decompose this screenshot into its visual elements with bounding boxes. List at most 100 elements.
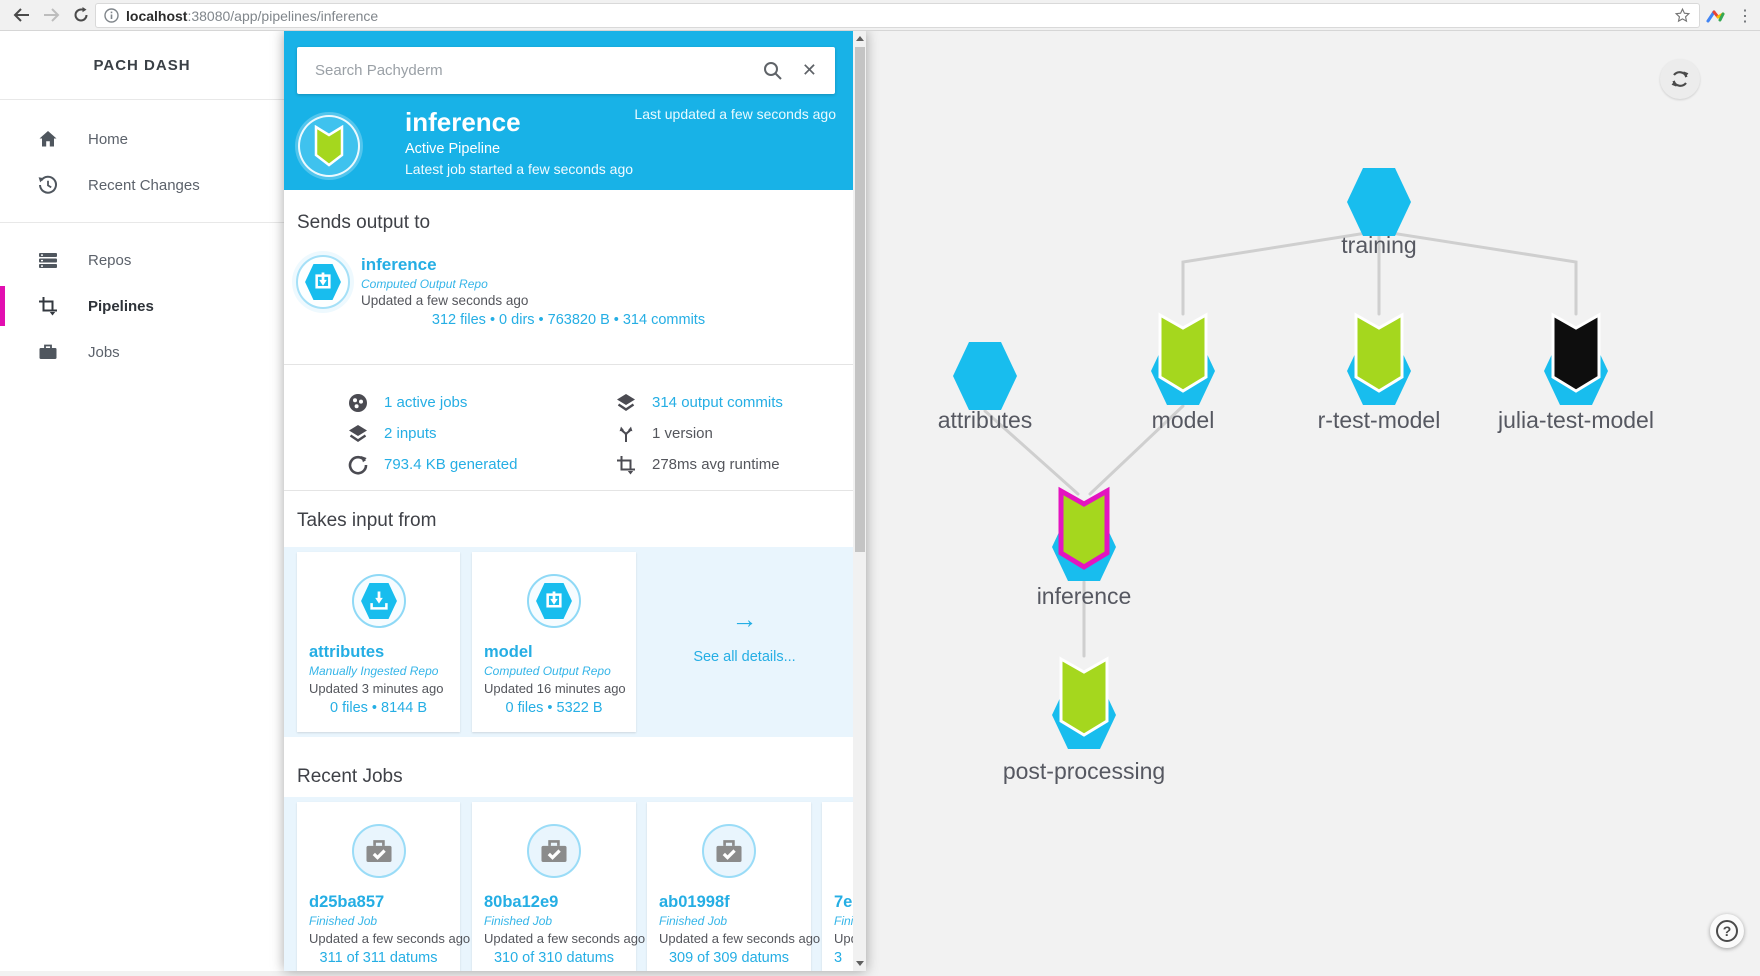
job-id[interactable]: d25ba857: [309, 893, 384, 912]
stat-label: 278ms avg runtime: [652, 456, 780, 473]
stat-active-jobs[interactable]: 1 active jobs: [348, 387, 616, 418]
job-datums[interactable]: 309 of 309 datums: [647, 950, 811, 966]
job-card[interactable]: ab01998f Finished Job Updated a few seco…: [647, 802, 811, 971]
bookmark-star-icon[interactable]: [1674, 7, 1691, 24]
app-title: PACH DASH: [0, 31, 284, 100]
job-datums[interactable]: 310 of 310 datums: [472, 950, 636, 966]
cycle-icon: [348, 455, 368, 475]
browser-forward-button[interactable]: [36, 2, 66, 28]
input-card-attributes[interactable]: attributes Manually Ingested Repo Update…: [297, 552, 460, 732]
stat-generated[interactable]: 793.4 KB generated: [348, 449, 616, 480]
sidebar-item-repos[interactable]: Repos: [0, 237, 284, 283]
sidebar-item-jobs[interactable]: Jobs: [0, 329, 284, 375]
dag-node-attributes[interactable]: attributes: [938, 342, 1033, 433]
layers-icon: [348, 424, 368, 444]
divider: [284, 364, 853, 365]
job-id[interactable]: ab01998f: [659, 893, 730, 912]
job-datums[interactable]: 3: [834, 950, 853, 966]
input-repo-updated: Updated 3 minutes ago: [309, 681, 443, 696]
browser-refresh-button[interactable]: [66, 2, 96, 28]
branch-icon: [616, 424, 636, 444]
stat-output-commits[interactable]: 314 output commits: [616, 387, 853, 418]
dag-node-julia-test-model[interactable]: julia-test-model: [1497, 315, 1654, 433]
job-id[interactable]: 7e: [834, 893, 852, 912]
job-card[interactable]: d25ba857 Finished Job Updated a few seco…: [297, 802, 460, 971]
stat-avg-runtime: 278ms avg runtime: [616, 449, 853, 480]
job-id[interactable]: 80ba12e9: [484, 893, 558, 912]
dag-node-training[interactable]: training: [1341, 168, 1416, 258]
pipeline-stats: 1 active jobs 314 output commits 2 input…: [348, 387, 853, 480]
browser-menu-icon[interactable]: ⋮: [1736, 6, 1754, 26]
dag-node-inference[interactable]: inference: [1037, 491, 1132, 609]
repo-avatar: [527, 574, 581, 628]
job-updated: Upd: [834, 931, 853, 946]
search-box[interactable]: ✕: [297, 47, 835, 94]
forward-arrow-icon: [43, 8, 60, 22]
sidebar-item-label: Recent Changes: [88, 177, 200, 194]
stat-label[interactable]: 793.4 KB generated: [384, 456, 517, 473]
pipeline-avatar: [298, 115, 360, 177]
url-path: :38080/app/pipelines/inference: [187, 8, 378, 24]
close-icon[interactable]: ✕: [802, 60, 817, 81]
dag-node-r-test-model[interactable]: r-test-model: [1318, 315, 1441, 433]
sidebar-item-pipelines[interactable]: Pipelines: [0, 283, 284, 329]
sidebar-item-home[interactable]: Home: [0, 116, 284, 162]
takes-input-heading: Takes input from: [297, 510, 436, 532]
finished-job-icon: [539, 837, 569, 865]
scrollbar-thumb[interactable]: [855, 47, 865, 552]
stat-label[interactable]: 2 inputs: [384, 425, 437, 442]
job-card-clipped[interactable]: 7e Fini Upd 3: [822, 802, 853, 971]
last-updated-label: Last updated a few seconds ago: [634, 106, 836, 122]
sidebar-item-recent-changes[interactable]: Recent Changes: [0, 162, 284, 208]
jobs-band: d25ba857 Finished Job Updated a few seco…: [284, 797, 853, 971]
output-repo-stats[interactable]: 312 files • 0 dirs • 763820 B • 314 comm…: [284, 312, 853, 328]
input-card-model[interactable]: model Computed Output Repo Updated 16 mi…: [472, 552, 636, 732]
output-repo-type: Computed Output Repo: [361, 277, 488, 291]
browser-toolbar: localhost:38080/app/pipelines/inference …: [0, 0, 1760, 31]
dag-node-label: training: [1341, 232, 1416, 258]
job-card[interactable]: 80ba12e9 Finished Job Updated a few seco…: [472, 802, 636, 971]
scrollbar-down-arrow[interactable]: [856, 961, 864, 966]
output-repo-avatar[interactable]: [296, 255, 350, 309]
search-icon[interactable]: [763, 61, 782, 80]
jobs-briefcase-icon: [37, 341, 59, 363]
see-all-details-link[interactable]: → See all details...: [649, 552, 840, 732]
dag-node-label: r-test-model: [1318, 407, 1441, 433]
url-bar[interactable]: localhost:38080/app/pipelines/inference: [95, 3, 1700, 28]
input-repo-stats[interactable]: 0 files • 8144 B: [297, 700, 460, 716]
dag-node-post-processing[interactable]: post-processing: [1003, 659, 1165, 784]
extension-icon[interactable]: [1706, 8, 1726, 24]
input-repo-stats[interactable]: 0 files • 5322 B: [472, 700, 636, 716]
sidebar-item-label: Pipelines: [88, 298, 154, 315]
pipeline-subtitle: Active Pipeline: [405, 141, 500, 157]
stat-label[interactable]: 314 output commits: [652, 394, 783, 411]
input-repo-name[interactable]: model: [484, 643, 533, 662]
job-avatar: [527, 824, 581, 878]
input-repo-type: Manually Ingested Repo: [309, 664, 438, 678]
sends-output-heading: Sends output to: [297, 212, 430, 234]
pipeline-chevron-icon: [314, 125, 344, 167]
output-repo-name[interactable]: inference: [361, 255, 437, 275]
search-input[interactable]: [315, 62, 763, 79]
back-arrow-icon: [13, 8, 30, 22]
recent-jobs-heading: Recent Jobs: [297, 766, 403, 788]
url-host: localhost: [126, 8, 187, 24]
divider: [284, 490, 853, 491]
layers-icon: [616, 393, 636, 413]
dag-refresh-button[interactable]: [1660, 59, 1700, 99]
dag-node-label: julia-test-model: [1497, 407, 1654, 433]
help-button[interactable]: ?: [1710, 914, 1744, 948]
stat-inputs[interactable]: 2 inputs: [348, 418, 616, 449]
job-updated: Updated a few seconds ago: [659, 931, 820, 946]
panel-scrollbar[interactable]: [853, 31, 866, 971]
job-type: Finished Job: [309, 914, 377, 928]
scrollbar-up-arrow[interactable]: [856, 36, 864, 41]
page-info-icon[interactable]: [104, 8, 119, 23]
inputs-band: attributes Manually Ingested Repo Update…: [284, 547, 853, 737]
dag-node-model[interactable]: model: [1151, 315, 1215, 433]
input-repo-name[interactable]: attributes: [309, 643, 384, 662]
browser-back-button[interactable]: [6, 2, 36, 28]
stat-label[interactable]: 1 active jobs: [384, 394, 467, 411]
job-avatar: [352, 824, 406, 878]
job-datums[interactable]: 311 of 311 datums: [297, 950, 460, 966]
